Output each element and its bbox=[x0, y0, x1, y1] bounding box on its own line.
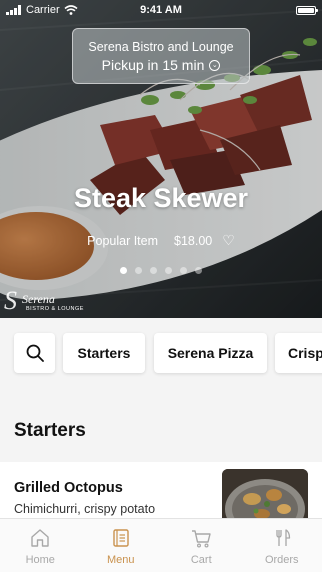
pickup-selector[interactable]: Serena Bistro and Lounge Pickup in 15 mi… bbox=[72, 28, 250, 84]
battery-icon bbox=[296, 5, 318, 15]
carousel-dots[interactable] bbox=[0, 267, 322, 274]
chevron-down-icon: ⌄ bbox=[209, 59, 221, 71]
heart-icon[interactable]: ♡ bbox=[222, 232, 235, 249]
carrier-label: Carrier bbox=[26, 4, 60, 16]
search-icon bbox=[26, 344, 44, 362]
home-icon bbox=[31, 529, 49, 547]
category-chip-starters[interactable]: Starters bbox=[63, 333, 145, 373]
status-time: 9:41 AM bbox=[140, 4, 182, 16]
search-button[interactable] bbox=[14, 333, 55, 373]
tab-label: Menu bbox=[106, 554, 135, 566]
carousel-dot[interactable] bbox=[165, 267, 172, 274]
wifi-icon bbox=[64, 5, 78, 15]
hero-banner[interactable]: Carrier 9:41 AM Serena Bistro and Lounge… bbox=[0, 0, 322, 318]
cart-icon bbox=[192, 530, 211, 548]
restaurant-name: Serena Bistro and Lounge bbox=[88, 40, 234, 54]
carousel-dot[interactable] bbox=[120, 267, 127, 274]
pickup-time: Pickup in 15 min bbox=[101, 57, 205, 73]
featured-item-tag: Popular Item bbox=[87, 233, 159, 248]
carousel-dot[interactable] bbox=[150, 267, 157, 274]
tab-bar: Home Menu Cart Orders bbox=[0, 518, 322, 572]
carousel-dot[interactable] bbox=[195, 267, 202, 274]
carousel-dot[interactable] bbox=[135, 267, 142, 274]
tab-label: Home bbox=[25, 554, 55, 566]
featured-item-title: Steak Skewer bbox=[73, 183, 249, 213]
tab-menu[interactable]: Menu bbox=[81, 519, 162, 572]
status-bar: Carrier 9:41 AM bbox=[0, 0, 322, 20]
category-chip-crisp[interactable]: Crisp bbox=[275, 333, 322, 373]
featured-item-price: $18.00 bbox=[174, 233, 213, 248]
menu-item-card[interactable]: Grilled Octopus Chimichurri, crispy pota… bbox=[0, 462, 322, 529]
section-title: Starters bbox=[14, 420, 86, 441]
category-bar: Starters Serena Pizza Crisp bbox=[0, 318, 322, 390]
fork-knife-icon bbox=[276, 529, 290, 546]
menu-item-description: Chimichurri, crispy potato bbox=[14, 502, 156, 516]
tab-orders[interactable]: Orders bbox=[242, 519, 322, 572]
menu-book-icon bbox=[113, 529, 129, 547]
signal-icon bbox=[6, 5, 21, 15]
tab-home[interactable]: Home bbox=[0, 519, 81, 572]
tab-cart[interactable]: Cart bbox=[161, 519, 242, 572]
category-chip-serena-pizza[interactable]: Serena Pizza bbox=[154, 333, 267, 373]
menu-item-name: Grilled Octopus bbox=[14, 480, 123, 496]
tab-label: Cart bbox=[190, 554, 212, 566]
tab-label: Orders bbox=[264, 554, 299, 566]
carousel-dot[interactable] bbox=[180, 267, 187, 274]
